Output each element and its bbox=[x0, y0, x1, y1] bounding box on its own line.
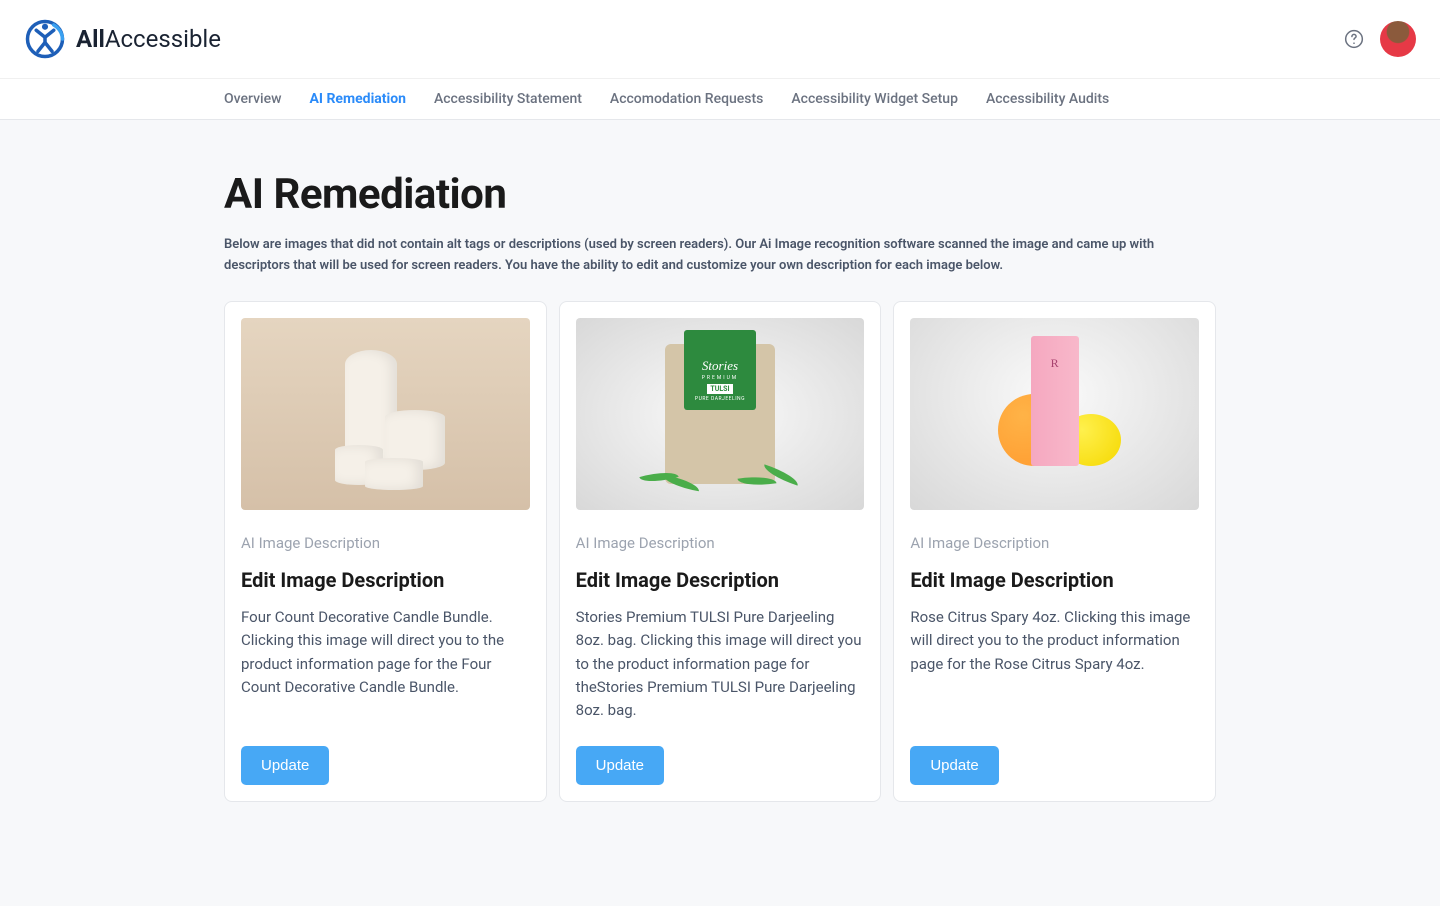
header-actions bbox=[1344, 21, 1416, 57]
image-card: R AI Image Description Edit Image Descri… bbox=[893, 301, 1216, 803]
logo-icon bbox=[24, 18, 66, 60]
card-description: Four Count Decorative Candle Bundle. Cli… bbox=[241, 606, 530, 722]
card-grid: AI Image Description Edit Image Descript… bbox=[224, 301, 1216, 803]
product-image[interactable]: R bbox=[910, 318, 1199, 510]
card-title: Edit Image Description bbox=[576, 568, 865, 592]
app-header: AllAccessible bbox=[0, 0, 1440, 79]
logo-text: AllAccessible bbox=[76, 25, 221, 53]
tab-overview[interactable]: Overview bbox=[224, 79, 281, 119]
card-label: AI Image Description bbox=[910, 534, 1199, 552]
card-description: Rose Citrus Spary 4oz. Clicking this ima… bbox=[910, 606, 1199, 722]
tab-accessibility-widget-setup[interactable]: Accessibility Widget Setup bbox=[791, 79, 958, 119]
help-icon[interactable] bbox=[1344, 29, 1364, 49]
card-title: Edit Image Description bbox=[910, 568, 1199, 592]
page-title: AI Remediation bbox=[224, 170, 1216, 219]
tab-ai-remediation[interactable]: AI Remediation bbox=[309, 79, 405, 119]
update-button[interactable]: Update bbox=[241, 746, 329, 785]
nav-tabs: Overview AI Remediation Accessibility St… bbox=[0, 79, 1440, 120]
tab-accomodation-requests[interactable]: Accomodation Requests bbox=[610, 79, 763, 119]
page-description: Below are images that did not contain al… bbox=[224, 235, 1216, 277]
main-content: AI Remediation Below are images that did… bbox=[100, 120, 1340, 842]
card-title: Edit Image Description bbox=[241, 568, 530, 592]
logo[interactable]: AllAccessible bbox=[24, 18, 221, 60]
product-image[interactable] bbox=[241, 318, 530, 510]
tab-accessibility-statement[interactable]: Accessibility Statement bbox=[434, 79, 582, 119]
card-label: AI Image Description bbox=[576, 534, 865, 552]
image-card: Stories PREMIUM TULSI PURE DARJEELING AI… bbox=[559, 301, 882, 803]
card-label: AI Image Description bbox=[241, 534, 530, 552]
update-button[interactable]: Update bbox=[910, 746, 998, 785]
image-card: AI Image Description Edit Image Descript… bbox=[224, 301, 547, 803]
card-description: Stories Premium TULSI Pure Darjeeling 8o… bbox=[576, 606, 865, 722]
product-image[interactable]: Stories PREMIUM TULSI PURE DARJEELING bbox=[576, 318, 865, 510]
tab-accessibility-audits[interactable]: Accessibility Audits bbox=[986, 79, 1109, 119]
avatar[interactable] bbox=[1380, 21, 1416, 57]
update-button[interactable]: Update bbox=[576, 746, 664, 785]
